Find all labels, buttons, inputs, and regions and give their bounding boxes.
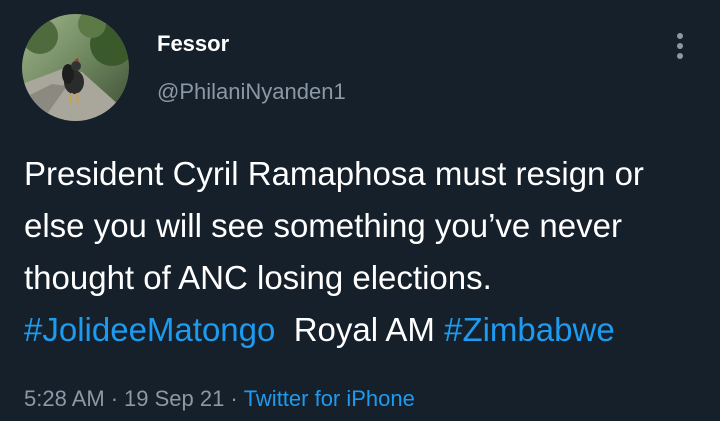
user-handle[interactable]: @PhilaniNyanden1 bbox=[157, 79, 346, 105]
avatar-image bbox=[22, 14, 129, 121]
tweet-text-body: President Cyril Ramaphosa must resign or… bbox=[24, 155, 644, 296]
tweet-time[interactable]: 5:28 AM bbox=[24, 386, 105, 411]
display-name[interactable]: Fessor bbox=[157, 31, 229, 57]
hashtag-link[interactable]: #JolideeMatongo bbox=[24, 311, 275, 348]
tweet-source-link[interactable]: Twitter for iPhone bbox=[244, 386, 415, 411]
tweet-text: President Cyril Ramaphosa must resign or… bbox=[24, 148, 704, 356]
more-options-button[interactable] bbox=[664, 30, 696, 62]
separator: · bbox=[230, 386, 238, 411]
hashtag-link[interactable]: #Zimbabwe bbox=[444, 311, 615, 348]
tweet-meta: 5:28 AM · 19 Sep 21 · Twitter for iPhone bbox=[24, 386, 415, 412]
separator: · bbox=[110, 386, 119, 411]
avatar[interactable] bbox=[22, 14, 129, 121]
more-vertical-icon bbox=[677, 33, 683, 59]
tweet-date[interactable]: 19 Sep 21 bbox=[124, 386, 224, 411]
tweet-text-body: Royal AM bbox=[293, 311, 435, 348]
